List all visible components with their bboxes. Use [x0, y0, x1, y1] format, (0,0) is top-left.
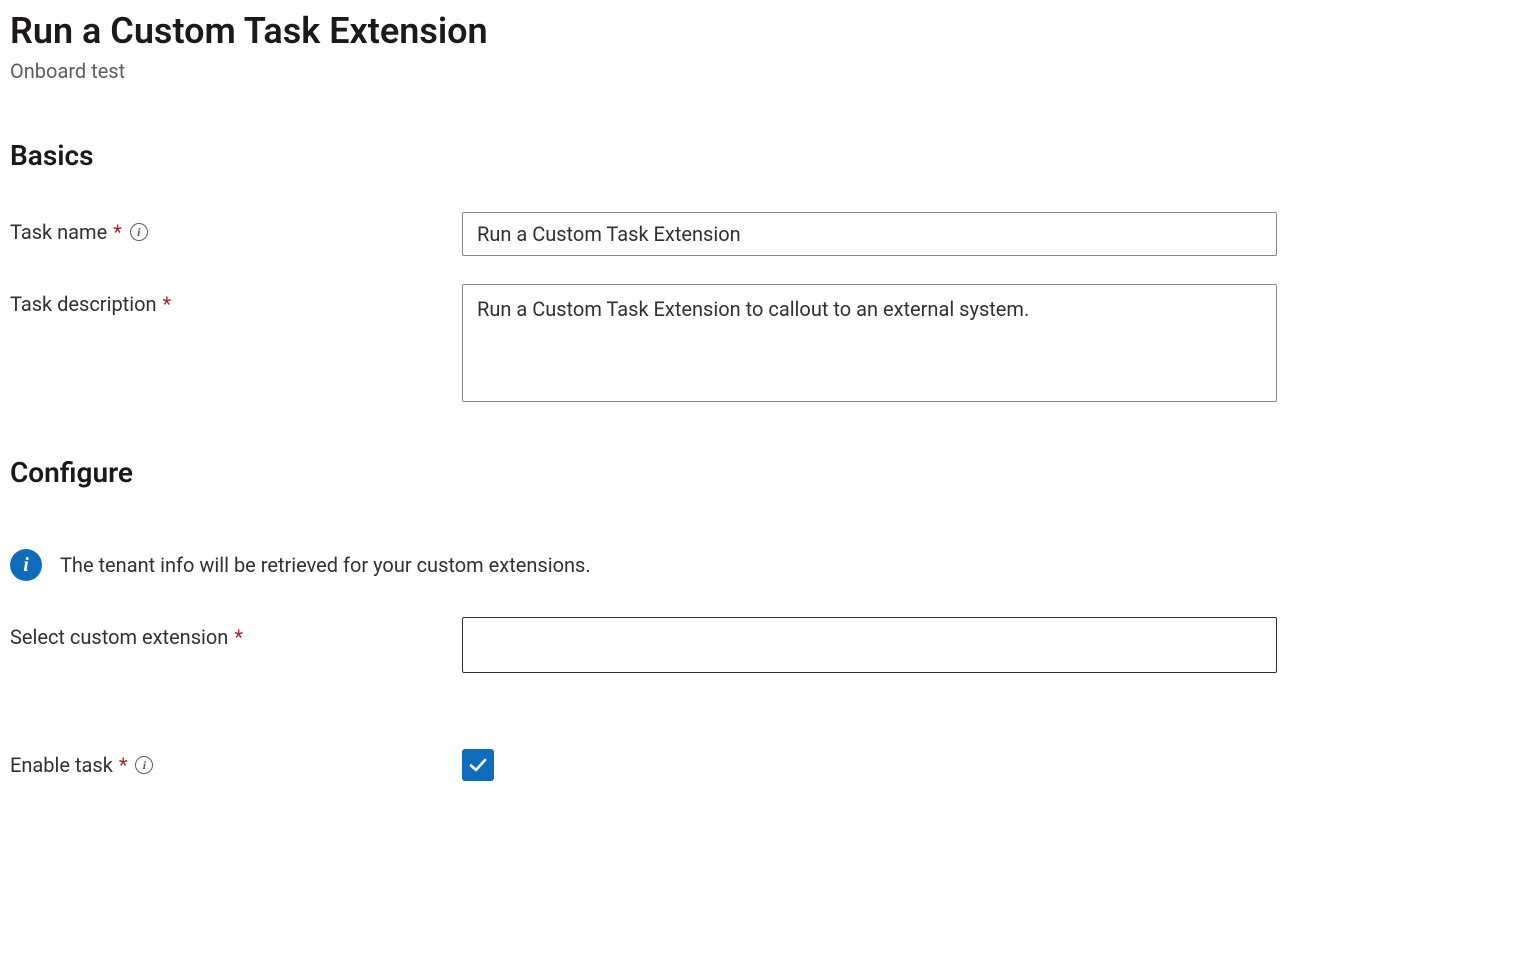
- info-banner-icon: i: [10, 549, 42, 581]
- enable-task-label-group: Enable task * i: [10, 749, 462, 777]
- task-description-label-group: Task description *: [10, 284, 462, 316]
- required-indicator: *: [163, 292, 172, 316]
- select-extension-label-group: Select custom extension *: [10, 617, 462, 649]
- task-description-row: Task description *: [10, 284, 1517, 406]
- required-indicator: *: [113, 220, 122, 244]
- info-banner-text: The tenant info will be retrieved for yo…: [60, 553, 591, 577]
- select-extension-row: Select custom extension *: [10, 617, 1517, 673]
- required-indicator: *: [234, 625, 243, 649]
- enable-task-checkbox[interactable]: [462, 749, 494, 781]
- task-name-row: Task name * i: [10, 212, 1517, 256]
- task-name-label-group: Task name * i: [10, 212, 462, 244]
- info-icon[interactable]: i: [130, 223, 148, 241]
- check-icon: [468, 755, 488, 775]
- task-description-input[interactable]: [462, 284, 1277, 402]
- info-icon[interactable]: i: [135, 756, 153, 774]
- info-banner: i The tenant info will be retrieved for …: [10, 549, 1517, 581]
- section-basics-heading: Basics: [10, 139, 1517, 172]
- enable-task-label: Enable task: [10, 753, 113, 777]
- select-extension-label: Select custom extension: [10, 625, 228, 649]
- task-description-label: Task description: [10, 292, 157, 316]
- task-name-label: Task name: [10, 220, 107, 244]
- select-extension-dropdown[interactable]: [462, 617, 1277, 673]
- page-title: Run a Custom Task Extension: [10, 10, 1517, 53]
- section-configure-heading: Configure: [10, 456, 1517, 489]
- enable-task-row: Enable task * i: [10, 749, 1517, 781]
- page-subtitle: Onboard test: [10, 59, 1517, 83]
- task-name-input[interactable]: [462, 212, 1277, 256]
- required-indicator: *: [119, 753, 128, 777]
